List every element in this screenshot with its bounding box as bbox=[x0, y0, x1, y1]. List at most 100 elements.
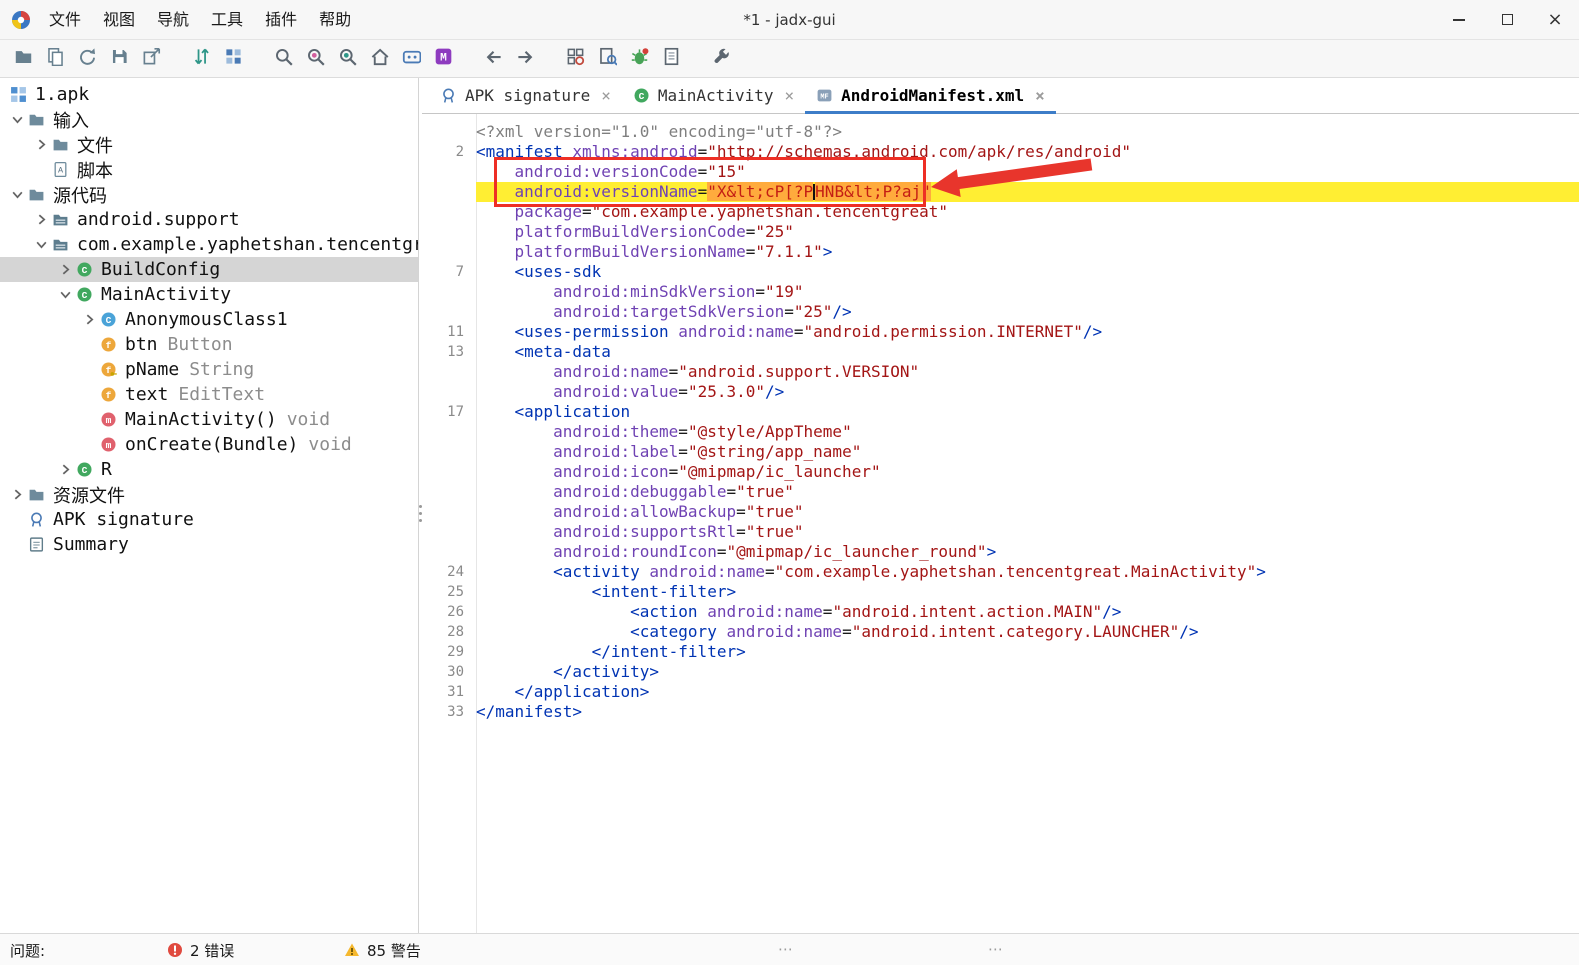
toolbar-button-comment-search[interactable] bbox=[332, 44, 362, 74]
code-token: android:label bbox=[553, 442, 679, 461]
toolbar-button-reload[interactable] bbox=[72, 44, 102, 74]
toolbar-button-flat-packages[interactable] bbox=[218, 44, 248, 74]
tree-item-label: MainActivity bbox=[101, 284, 232, 305]
toolbar-button-save-all[interactable] bbox=[104, 44, 134, 74]
toolbar-button-class-search[interactable] bbox=[300, 44, 330, 74]
tab-androidmanifest-xml[interactable]: MF AndroidManifest.xml × bbox=[805, 78, 1056, 114]
chevron-down-icon[interactable] bbox=[6, 113, 28, 126]
code-text: <application bbox=[476, 402, 1579, 422]
tree-item-资源文件[interactable]: 资源文件 bbox=[0, 482, 418, 507]
tab-close-icon[interactable]: × bbox=[1035, 86, 1045, 105]
tree-item-mainactivity[interactable]: m MainActivity() void bbox=[0, 407, 418, 432]
code-token: = bbox=[745, 242, 756, 261]
maximize-button[interactable] bbox=[1483, 0, 1531, 39]
code-token: > bbox=[986, 542, 997, 561]
tree-item-android-support[interactable]: android.support bbox=[0, 207, 418, 232]
code-text: android:allowBackup="true" bbox=[476, 502, 1579, 522]
code-token: = bbox=[697, 162, 708, 181]
toolbar-button-main-activity[interactable] bbox=[364, 44, 394, 74]
tree-item-label: R bbox=[101, 459, 112, 480]
code-token: "com.example.yaphetshan.tencentgreat" bbox=[591, 202, 949, 221]
menu-item-5[interactable]: 插件 bbox=[254, 0, 308, 40]
code-token: > bbox=[1256, 562, 1266, 581]
chevron-down-icon[interactable] bbox=[30, 238, 52, 251]
code-token: package bbox=[514, 202, 582, 221]
toolbar-button-text-search[interactable] bbox=[268, 44, 298, 74]
tree-item-源代码[interactable]: 源代码 bbox=[0, 182, 418, 207]
tree-item-脚本[interactable]: A 脚本 bbox=[0, 157, 418, 182]
minimize-button[interactable] bbox=[1435, 0, 1483, 39]
tab-close-icon[interactable]: × bbox=[601, 86, 611, 105]
chevron-right-icon[interactable] bbox=[54, 463, 76, 476]
toolbar-button-back[interactable] bbox=[478, 44, 508, 74]
tree-item-com-example-yaphetshan-tencentgreat[interactable]: com.example.yaphetshan.tencentgreat bbox=[0, 232, 418, 257]
chevron-right-icon[interactable] bbox=[54, 263, 76, 276]
tree-item-1-apk[interactable]: 1.apk bbox=[0, 82, 418, 107]
chevron-right-icon[interactable] bbox=[30, 138, 52, 151]
menu-item-2[interactable]: 视图 bbox=[92, 0, 146, 40]
chevron-right-icon[interactable] bbox=[30, 213, 52, 226]
code-text: <meta-data bbox=[476, 342, 1579, 362]
tree-item-pname[interactable]: f pName String bbox=[0, 357, 418, 382]
toolbar-button-debugger[interactable] bbox=[624, 44, 654, 74]
code-token: "true" bbox=[745, 522, 804, 541]
tab-strip: APK signature × C MainActivity × MF AndroidMan… bbox=[422, 78, 1579, 114]
tree-item-type: Button bbox=[167, 334, 233, 355]
tree-item-label: 源代码 bbox=[53, 185, 107, 207]
tree-item-mainactivity[interactable]: C MainActivity bbox=[0, 282, 418, 307]
menu-item-1[interactable]: 文件 bbox=[38, 0, 92, 40]
close-button[interactable]: × bbox=[1531, 0, 1579, 39]
tab-close-icon[interactable]: × bbox=[784, 86, 794, 105]
code-editor[interactable]: <?xml version="1.0" encoding="utf-8"?> 2 <… bbox=[422, 114, 1579, 933]
toolbar-button-open-file[interactable] bbox=[8, 44, 38, 74]
toolbar-button-forward[interactable] bbox=[510, 44, 540, 74]
gutter-number bbox=[422, 442, 476, 462]
toolbar-button-mappings[interactable]: M bbox=[428, 44, 458, 74]
menu-item-3[interactable]: 导航 bbox=[146, 0, 200, 40]
gutter-number bbox=[422, 242, 476, 262]
toolbar-button-log-viewer[interactable] bbox=[656, 44, 686, 74]
warnings-status[interactable]: 85 警告 bbox=[344, 934, 421, 965]
errors-status[interactable]: 2 错误 bbox=[167, 934, 234, 965]
tab-apk-signature[interactable]: APK signature × bbox=[429, 78, 622, 113]
chevron-right-icon[interactable] bbox=[78, 313, 100, 326]
tree-item-文件[interactable]: 文件 bbox=[0, 132, 418, 157]
tree-item-text[interactable]: f text EditText bbox=[0, 382, 418, 407]
chevron-down-icon[interactable] bbox=[54, 288, 76, 301]
toolbar-button-preferences[interactable] bbox=[706, 44, 736, 74]
tree-item-buildconfig[interactable]: C BuildConfig bbox=[0, 257, 418, 282]
tree-item-apk-signature[interactable]: APK signature bbox=[0, 507, 418, 532]
tree-item-label: pName bbox=[125, 359, 180, 380]
toolbar-button-add-files[interactable] bbox=[40, 44, 70, 74]
menu-item-4[interactable]: 工具 bbox=[200, 0, 254, 40]
tree-item-summary[interactable]: Summary bbox=[0, 532, 418, 557]
tree-item-r[interactable]: CR bbox=[0, 457, 418, 482]
toolbar-button-deobfuscation[interactable] bbox=[560, 44, 590, 74]
gutter-number bbox=[422, 502, 476, 522]
code-token: "android.permission.INTERNET" bbox=[803, 322, 1083, 341]
toolbar-button-quark[interactable] bbox=[592, 44, 622, 74]
code-token: android:minSdkVersion bbox=[553, 282, 756, 301]
code-token: android:name bbox=[707, 602, 823, 621]
code-text: android:debuggable="true" bbox=[476, 482, 1579, 502]
menu-item-6[interactable]: 帮助 bbox=[308, 0, 362, 40]
tree-item-输入[interactable]: 输入 bbox=[0, 107, 418, 132]
code-token: "http://schemas.android.com/apk/res/andr… bbox=[707, 142, 1132, 161]
tree-item-oncreate-bundle[interactable]: m onCreate(Bundle) void bbox=[0, 432, 418, 457]
toolbar-button-export[interactable] bbox=[136, 44, 166, 74]
chevron-down-icon[interactable] bbox=[6, 188, 28, 201]
input-folder-icon bbox=[28, 111, 45, 128]
gutter-number: 30 bbox=[447, 664, 464, 680]
toolbar-button-sync[interactable] bbox=[186, 44, 216, 74]
tree-item-btn[interactable]: f btn Button bbox=[0, 332, 418, 357]
tab-mainactivity[interactable]: C MainActivity × bbox=[622, 78, 805, 113]
toolbar-button-adb[interactable] bbox=[396, 44, 426, 74]
tree-item-label: 脚本 bbox=[77, 160, 113, 182]
tree-item-anonymousclass1[interactable]: C AnonymousClass1 bbox=[0, 307, 418, 332]
chevron-right-icon[interactable] bbox=[6, 488, 28, 501]
